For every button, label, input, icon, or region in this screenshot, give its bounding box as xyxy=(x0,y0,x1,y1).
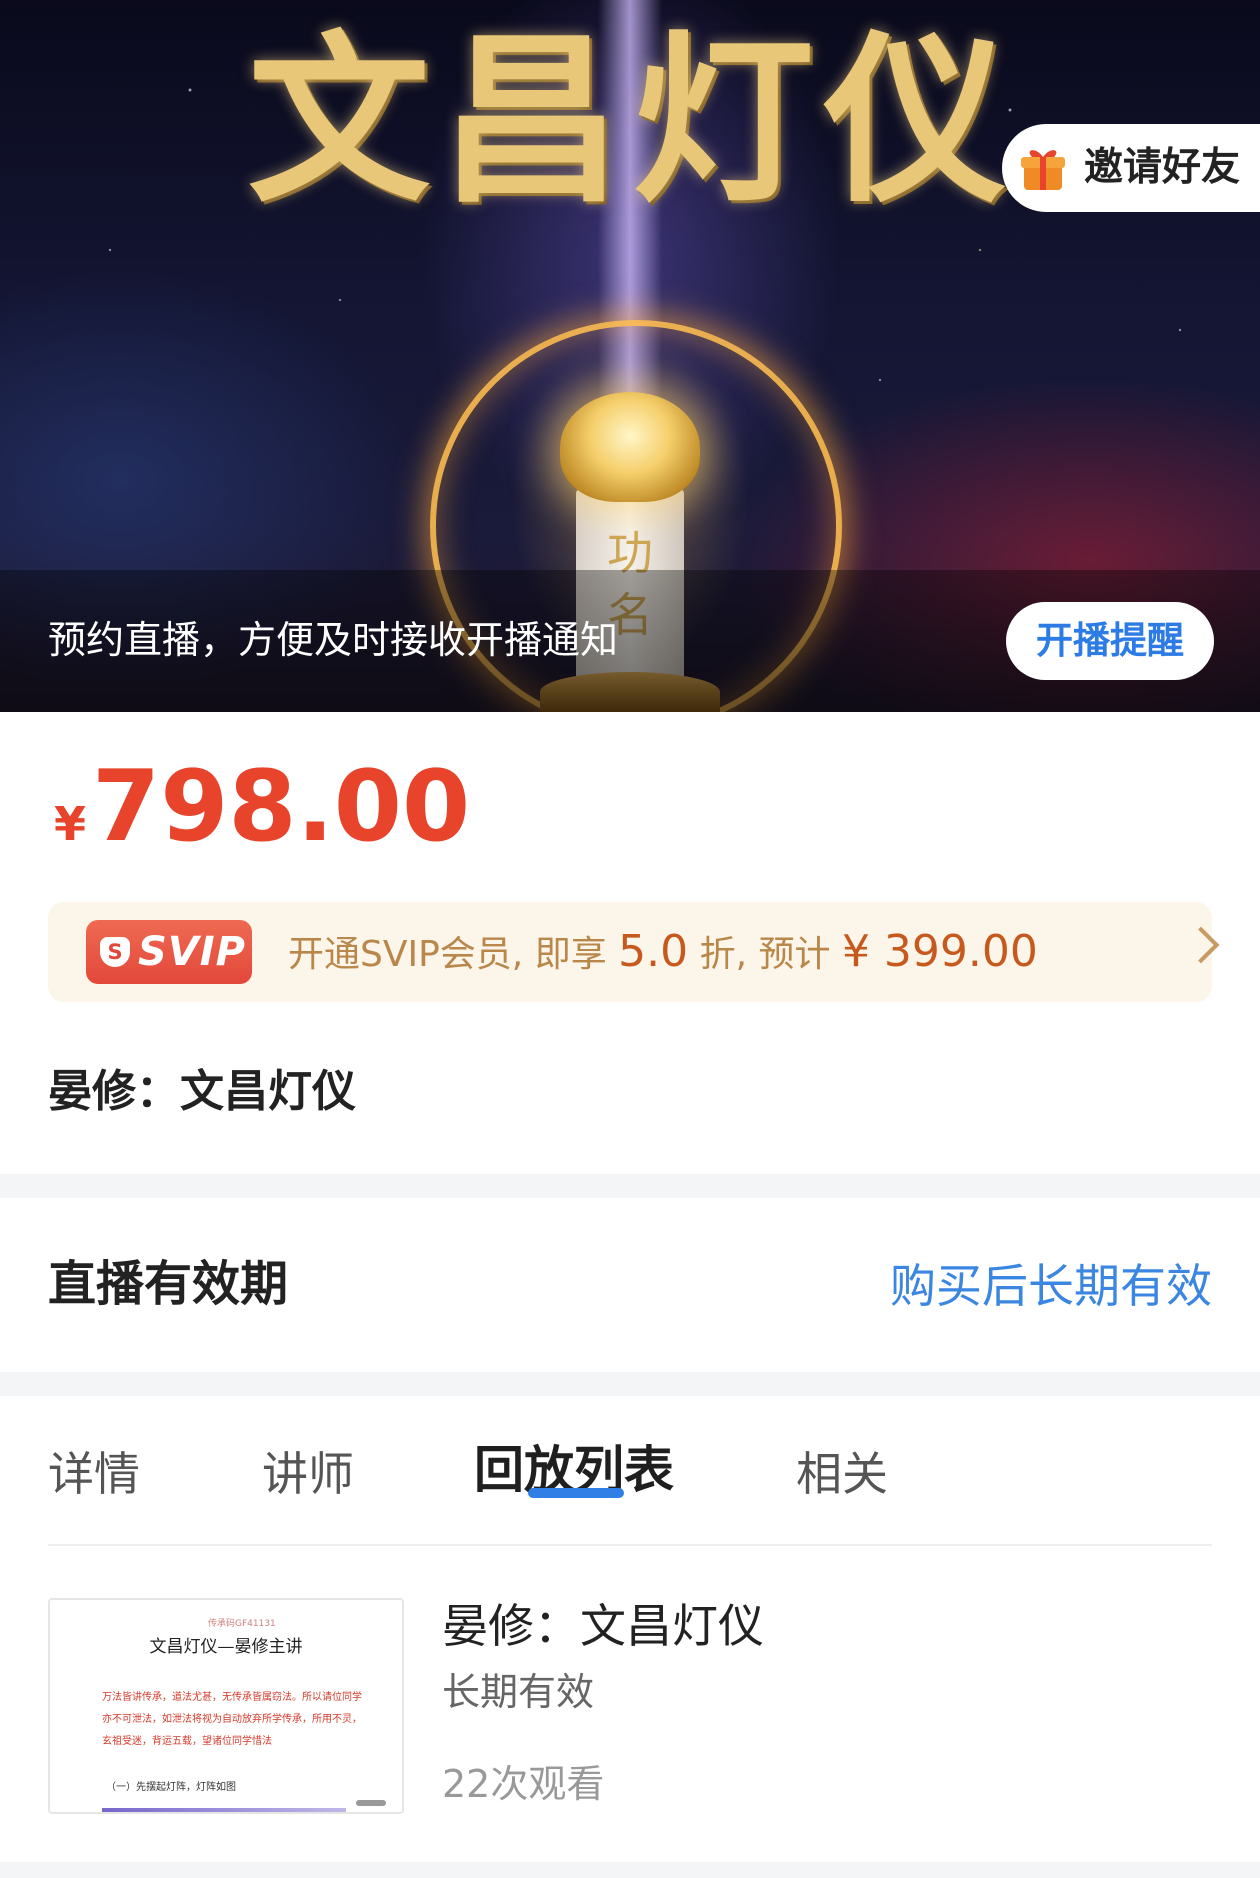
svip-promo-text: 开通SVIP会员, 即享 5.0 折, 预计 ¥ 399.00 xyxy=(288,928,1038,979)
replay-title[interactable]: 晏修：文昌灯仪 xyxy=(442,1596,764,1656)
section-divider xyxy=(0,1372,1260,1396)
course-title: 晏修：文昌灯仪 xyxy=(48,1066,356,1117)
thumbnail-text-line: 玄祖受迷，背运五载，望诸位同学惜法 xyxy=(102,1736,272,1747)
thumbnail-progress-bar xyxy=(102,1808,346,1812)
chevron-right-icon xyxy=(1182,926,1220,964)
section-divider xyxy=(0,1862,1260,1878)
validity-label: 直播有效期 xyxy=(48,1256,289,1312)
course-detail-page: 功名 文昌灯仪 邀请好友 预约直播，方便及时接收开播通知 开播提醒 ¥798.0… xyxy=(0,0,1260,1878)
tab-details[interactable]: 详情 xyxy=(48,1442,140,1506)
promo-middle: 折, 预计 xyxy=(699,934,831,975)
svip-discount: 5.0 xyxy=(618,926,689,977)
currency-symbol: ¥ xyxy=(54,797,87,851)
course-banner[interactable]: 功名 文昌灯仪 邀请好友 预约直播，方便及时接收开播通知 开播提醒 xyxy=(0,0,1260,712)
live-reminder-button[interactable]: 开播提醒 xyxy=(1006,602,1214,680)
lotus-lamp xyxy=(560,392,700,502)
tab-teacher[interactable]: 讲师 xyxy=(262,1442,354,1506)
tabs-divider xyxy=(48,1544,1212,1546)
promo-prefix: 开通SVIP会员, 即享 xyxy=(288,934,607,975)
svip-promo-bar[interactable]: S SVIP 开通SVIP会员, 即享 5.0 折, 预计 ¥ 399.00 xyxy=(48,902,1220,1002)
banner-title: 文昌灯仪 xyxy=(248,13,1016,227)
active-tab-indicator xyxy=(528,1488,624,1498)
thumbnail-title: 文昌灯仪—晏修主讲 xyxy=(149,1637,303,1657)
replay-views: 22次观看 xyxy=(442,1762,605,1806)
replay-validity: 长期有效 xyxy=(442,1670,595,1714)
course-tabs: 详情 讲师 回放列表 相关 xyxy=(0,1434,1260,1544)
thumbnail-text-line: 亦不可泄法，如泄法将视为自动放弃所学传承，所用不灵， xyxy=(102,1714,362,1725)
tab-related[interactable]: 相关 xyxy=(796,1442,888,1506)
validity-value: 购买后长期有效 xyxy=(890,1259,1212,1313)
svip-badge: S SVIP xyxy=(86,920,252,984)
reserve-live-bar: 预约直播，方便及时接收开播通知 开播提醒 xyxy=(0,570,1260,712)
thumbnail-handle xyxy=(356,1800,386,1806)
invite-friends-label: 邀请好友 xyxy=(1084,145,1241,190)
invite-friends-button[interactable]: 邀请好友 xyxy=(1002,124,1260,212)
section-divider xyxy=(0,1174,1260,1198)
svip-estimated-price: ¥ 399.00 xyxy=(841,926,1038,977)
gift-icon xyxy=(1021,150,1065,190)
price-amount: 798.00 xyxy=(92,750,471,864)
thumbnail-section: （一）先摆起灯阵，灯阵如图 xyxy=(106,1782,236,1793)
replay-thumbnail[interactable]: 传承码GF41131 文昌灯仪—晏修主讲 万法皆讲传承，道法尤甚，无传承皆属窃法… xyxy=(48,1598,404,1814)
svip-badge-text: SVIP xyxy=(138,929,246,975)
thumbnail-text-line: 万法皆讲传承，道法尤甚，无传承皆属窃法。所以请位同学 xyxy=(102,1692,362,1703)
course-price: ¥798.00 xyxy=(54,752,470,862)
svip-shield-icon: S xyxy=(100,937,130,967)
thumbnail-code: 传承码GF41131 xyxy=(208,1619,276,1629)
reserve-message: 预约直播，方便及时接收开播通知 xyxy=(48,618,619,662)
